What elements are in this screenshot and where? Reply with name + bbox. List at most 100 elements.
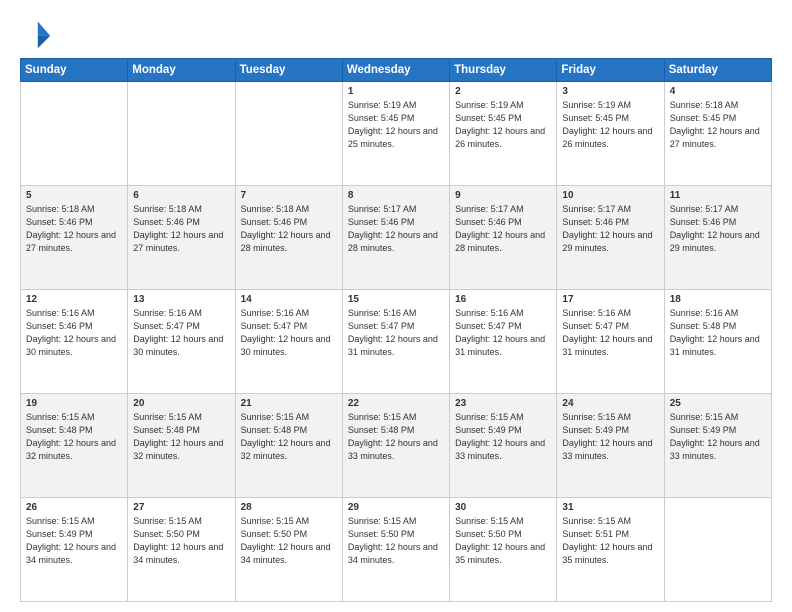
logo-icon	[20, 18, 52, 50]
day-info: Sunrise: 5:15 AMSunset: 5:49 PMDaylight:…	[562, 411, 658, 463]
weekday-header-friday: Friday	[557, 59, 664, 82]
calendar-week-4: 19 Sunrise: 5:15 AMSunset: 5:48 PMDayligh…	[21, 394, 772, 498]
day-number: 22	[348, 398, 444, 409]
day-info: Sunrise: 5:16 AMSunset: 5:47 PMDaylight:…	[455, 307, 551, 359]
day-info: Sunrise: 5:17 AMSunset: 5:46 PMDaylight:…	[562, 203, 658, 255]
day-number: 26	[26, 502, 122, 513]
calendar-week-1: 1 Sunrise: 5:19 AMSunset: 5:45 PMDaylight…	[21, 82, 772, 186]
calendar-cell: 26Sunrise: 5:15 AMSunset: 5:49 PMDayligh…	[21, 498, 128, 602]
day-number: 17	[562, 294, 658, 305]
calendar-cell: 10Sunrise: 5:17 AMSunset: 5:46 PMDayligh…	[557, 186, 664, 290]
day-number: 18	[670, 294, 766, 305]
calendar-cell: 30Sunrise: 5:15 AMSunset: 5:50 PMDayligh…	[450, 498, 557, 602]
day-info: Sunrise: 5:16 AMSunset: 5:47 PMDaylight:…	[133, 307, 229, 359]
calendar-cell: 18Sunrise: 5:16 AMSunset: 5:48 PMDayligh…	[664, 290, 771, 394]
page: SundayMondayTuesdayWednesdayThursdayFrid…	[0, 0, 792, 612]
calendar-cell	[128, 82, 235, 186]
calendar-cell: 27Sunrise: 5:15 AMSunset: 5:50 PMDayligh…	[128, 498, 235, 602]
day-info: Sunrise: 5:15 AMSunset: 5:48 PMDaylight:…	[241, 411, 337, 463]
day-info: Sunrise: 5:16 AMSunset: 5:47 PMDaylight:…	[241, 307, 337, 359]
day-number: 8	[348, 190, 444, 201]
calendar-cell: 7 Sunrise: 5:18 AMSunset: 5:46 PMDaylight…	[235, 186, 342, 290]
day-number: 11	[670, 190, 766, 201]
day-info: Sunrise: 5:19 AMSunset: 5:45 PMDaylight:…	[348, 99, 444, 151]
calendar-cell: 5 Sunrise: 5:18 AMSunset: 5:46 PMDaylight…	[21, 186, 128, 290]
weekday-header-tuesday: Tuesday	[235, 59, 342, 82]
calendar-cell: 9 Sunrise: 5:17 AMSunset: 5:46 PMDaylight…	[450, 186, 557, 290]
day-number: 3	[562, 86, 658, 97]
day-info: Sunrise: 5:15 AMSunset: 5:51 PMDaylight:…	[562, 515, 658, 567]
day-number: 29	[348, 502, 444, 513]
calendar-cell: 14 Sunrise: 5:16 AMSunset: 5:47 PMDayligh…	[235, 290, 342, 394]
day-number: 6	[133, 190, 229, 201]
day-number: 20	[133, 398, 229, 409]
day-number: 1	[348, 86, 444, 97]
calendar-cell: 22Sunrise: 5:15 AMSunset: 5:48 PMDayligh…	[342, 394, 449, 498]
day-number: 21	[241, 398, 337, 409]
day-info: Sunrise: 5:16 AMSunset: 5:47 PMDaylight:…	[348, 307, 444, 359]
weekday-header-thursday: Thursday	[450, 59, 557, 82]
day-info: Sunrise: 5:17 AMSunset: 5:46 PMDaylight:…	[455, 203, 551, 255]
calendar-cell: 15 Sunrise: 5:16 AMSunset: 5:47 PMDayligh…	[342, 290, 449, 394]
logo	[20, 18, 56, 50]
day-info: Sunrise: 5:15 AMSunset: 5:49 PMDaylight:…	[455, 411, 551, 463]
day-info: Sunrise: 5:17 AMSunset: 5:46 PMDaylight:…	[348, 203, 444, 255]
day-info: Sunrise: 5:18 AMSunset: 5:46 PMDaylight:…	[241, 203, 337, 255]
calendar-cell: 8 Sunrise: 5:17 AMSunset: 5:46 PMDaylight…	[342, 186, 449, 290]
day-number: 12	[26, 294, 122, 305]
day-info: Sunrise: 5:15 AMSunset: 5:50 PMDaylight:…	[241, 515, 337, 567]
day-info: Sunrise: 5:15 AMSunset: 5:50 PMDaylight:…	[455, 515, 551, 567]
calendar-week-5: 26Sunrise: 5:15 AMSunset: 5:49 PMDayligh…	[21, 498, 772, 602]
day-number: 5	[26, 190, 122, 201]
day-info: Sunrise: 5:16 AMSunset: 5:46 PMDaylight:…	[26, 307, 122, 359]
weekday-header-monday: Monday	[128, 59, 235, 82]
day-number: 13	[133, 294, 229, 305]
calendar-cell: 25 Sunrise: 5:15 AMSunset: 5:49 PMDayligh…	[664, 394, 771, 498]
calendar-header-row: SundayMondayTuesdayWednesdayThursdayFrid…	[21, 59, 772, 82]
calendar-cell: 24 Sunrise: 5:15 AMSunset: 5:49 PMDayligh…	[557, 394, 664, 498]
calendar-week-2: 5 Sunrise: 5:18 AMSunset: 5:46 PMDaylight…	[21, 186, 772, 290]
day-number: 15	[348, 294, 444, 305]
day-info: Sunrise: 5:16 AMSunset: 5:47 PMDaylight:…	[562, 307, 658, 359]
day-number: 7	[241, 190, 337, 201]
calendar-cell: 3 Sunrise: 5:19 AMSunset: 5:45 PMDaylight…	[557, 82, 664, 186]
calendar-cell: 4 Sunrise: 5:18 AMSunset: 5:45 PMDaylight…	[664, 82, 771, 186]
day-info: Sunrise: 5:15 AMSunset: 5:49 PMDaylight:…	[670, 411, 766, 463]
day-number: 16	[455, 294, 551, 305]
calendar-cell: 19 Sunrise: 5:15 AMSunset: 5:48 PMDayligh…	[21, 394, 128, 498]
day-number: 14	[241, 294, 337, 305]
calendar-cell: 23 Sunrise: 5:15 AMSunset: 5:49 PMDayligh…	[450, 394, 557, 498]
calendar-cell: 29 Sunrise: 5:15 AMSunset: 5:50 PMDayligh…	[342, 498, 449, 602]
day-info: Sunrise: 5:15 AMSunset: 5:50 PMDaylight:…	[348, 515, 444, 567]
calendar-cell: 21 Sunrise: 5:15 AMSunset: 5:48 PMDayligh…	[235, 394, 342, 498]
day-info: Sunrise: 5:17 AMSunset: 5:46 PMDaylight:…	[670, 203, 766, 255]
weekday-header-wednesday: Wednesday	[342, 59, 449, 82]
calendar-cell: 13 Sunrise: 5:16 AMSunset: 5:47 PMDayligh…	[128, 290, 235, 394]
day-number: 4	[670, 86, 766, 97]
day-number: 24	[562, 398, 658, 409]
day-number: 19	[26, 398, 122, 409]
day-info: Sunrise: 5:18 AMSunset: 5:46 PMDaylight:…	[26, 203, 122, 255]
day-number: 9	[455, 190, 551, 201]
calendar-cell: 6Sunrise: 5:18 AMSunset: 5:46 PMDaylight…	[128, 186, 235, 290]
calendar-cell: 28Sunrise: 5:15 AMSunset: 5:50 PMDayligh…	[235, 498, 342, 602]
header	[20, 18, 772, 50]
day-info: Sunrise: 5:15 AMSunset: 5:48 PMDaylight:…	[26, 411, 122, 463]
calendar-week-3: 12 Sunrise: 5:16 AMSunset: 5:46 PMDayligh…	[21, 290, 772, 394]
day-info: Sunrise: 5:18 AMSunset: 5:45 PMDaylight:…	[670, 99, 766, 151]
day-number: 23	[455, 398, 551, 409]
calendar-cell	[235, 82, 342, 186]
day-info: Sunrise: 5:15 AMSunset: 5:48 PMDaylight:…	[133, 411, 229, 463]
day-info: Sunrise: 5:15 AMSunset: 5:50 PMDaylight:…	[133, 515, 229, 567]
day-info: Sunrise: 5:19 AMSunset: 5:45 PMDaylight:…	[455, 99, 551, 151]
calendar-cell	[664, 498, 771, 602]
day-number: 31	[562, 502, 658, 513]
weekday-header-sunday: Sunday	[21, 59, 128, 82]
calendar-cell: 31 Sunrise: 5:15 AMSunset: 5:51 PMDayligh…	[557, 498, 664, 602]
calendar-table: SundayMondayTuesdayWednesdayThursdayFrid…	[20, 58, 772, 602]
weekday-header-saturday: Saturday	[664, 59, 771, 82]
day-number: 25	[670, 398, 766, 409]
day-number: 2	[455, 86, 551, 97]
day-info: Sunrise: 5:19 AMSunset: 5:45 PMDaylight:…	[562, 99, 658, 151]
calendar-cell: 12 Sunrise: 5:16 AMSunset: 5:46 PMDayligh…	[21, 290, 128, 394]
